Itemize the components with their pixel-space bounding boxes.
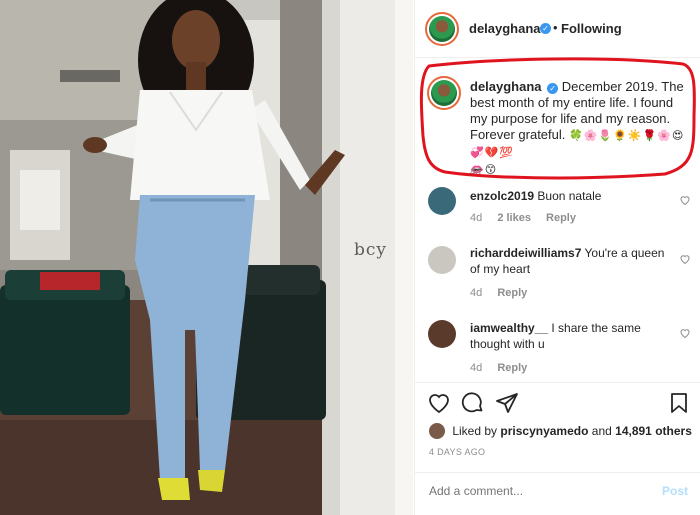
verified-icon: ✓: [540, 23, 551, 34]
post-actions: Liked by priscynyamedo and 14,891 others…: [415, 382, 700, 472]
comment-username[interactable]: richarddeiwilliams7: [470, 246, 581, 260]
comment-time[interactable]: 4d: [470, 287, 482, 299]
following-button[interactable]: Following: [561, 21, 622, 36]
add-comment-bar: Post: [415, 472, 700, 515]
comment-input[interactable]: [429, 484, 629, 498]
like-comment-icon[interactable]: [679, 327, 691, 339]
comment-time[interactable]: 4d: [470, 212, 482, 224]
comment-likes[interactable]: 2 likes: [497, 212, 531, 224]
comment-body: enzolc2019 Buon natale: [470, 188, 670, 204]
caption-avatar[interactable]: [427, 76, 461, 110]
caption-time[interactable]: 4d: [470, 167, 481, 178]
post-comment-button[interactable]: Post: [662, 484, 688, 498]
comment-time[interactable]: 4d: [470, 362, 482, 374]
comment-username[interactable]: iamwealthy__: [470, 321, 548, 335]
comment-text: Buon natale: [537, 189, 602, 203]
likes-count[interactable]: 14,891 others: [615, 424, 692, 438]
likes-summary: Liked by priscynyamedo and 14,891 others: [429, 423, 692, 439]
comment-body: iamwealthy__ I share the same thought wi…: [470, 320, 670, 352]
comment-meta: 4d Reply: [470, 287, 539, 299]
bookmark-icon[interactable]: [667, 391, 691, 415]
liker-username[interactable]: priscynyamedo: [500, 424, 588, 438]
commenter-avatar[interactable]: [428, 246, 456, 274]
reply-button[interactable]: Reply: [546, 212, 576, 224]
post-sidebar: delayghana ✓ • Following delayghana ✓ De…: [414, 0, 700, 515]
watermark: bcy: [354, 240, 388, 260]
post-header: delayghana ✓ • Following: [415, 0, 700, 58]
comment-icon[interactable]: [461, 391, 485, 415]
author-avatar[interactable]: [425, 12, 459, 46]
post-timestamp[interactable]: 4 DAYS AGO: [429, 447, 485, 457]
liked-by-conj: and: [591, 424, 612, 438]
commenter-avatar[interactable]: [428, 320, 456, 348]
author-username[interactable]: delayghana: [469, 21, 541, 36]
photo-illustration: [0, 0, 413, 515]
caption-body: delayghana ✓ December 2019. The best mon…: [470, 79, 692, 178]
caption-username[interactable]: delayghana: [470, 79, 542, 94]
like-comment-icon[interactable]: [679, 253, 691, 265]
verified-icon: ✓: [547, 83, 559, 94]
heart-icon[interactable]: [427, 391, 451, 415]
like-comment-icon[interactable]: [679, 194, 691, 206]
liker-avatar[interactable]: [429, 423, 445, 439]
comment-meta: 4d Reply: [470, 362, 539, 374]
separator-dot: •: [553, 20, 558, 35]
share-icon[interactable]: [495, 391, 519, 415]
liked-by-prefix: Liked by: [452, 424, 498, 438]
reply-button[interactable]: Reply: [497, 287, 527, 299]
reply-button[interactable]: Reply: [497, 362, 527, 374]
comment-meta: 4d 2 likes Reply: [470, 212, 588, 224]
comment-username[interactable]: enzolc2019: [470, 189, 534, 203]
comment-body: richarddeiwilliams7 You're a queen of my…: [470, 245, 670, 277]
post-photo[interactable]: bcy: [0, 0, 413, 515]
commenter-avatar[interactable]: [428, 187, 456, 215]
